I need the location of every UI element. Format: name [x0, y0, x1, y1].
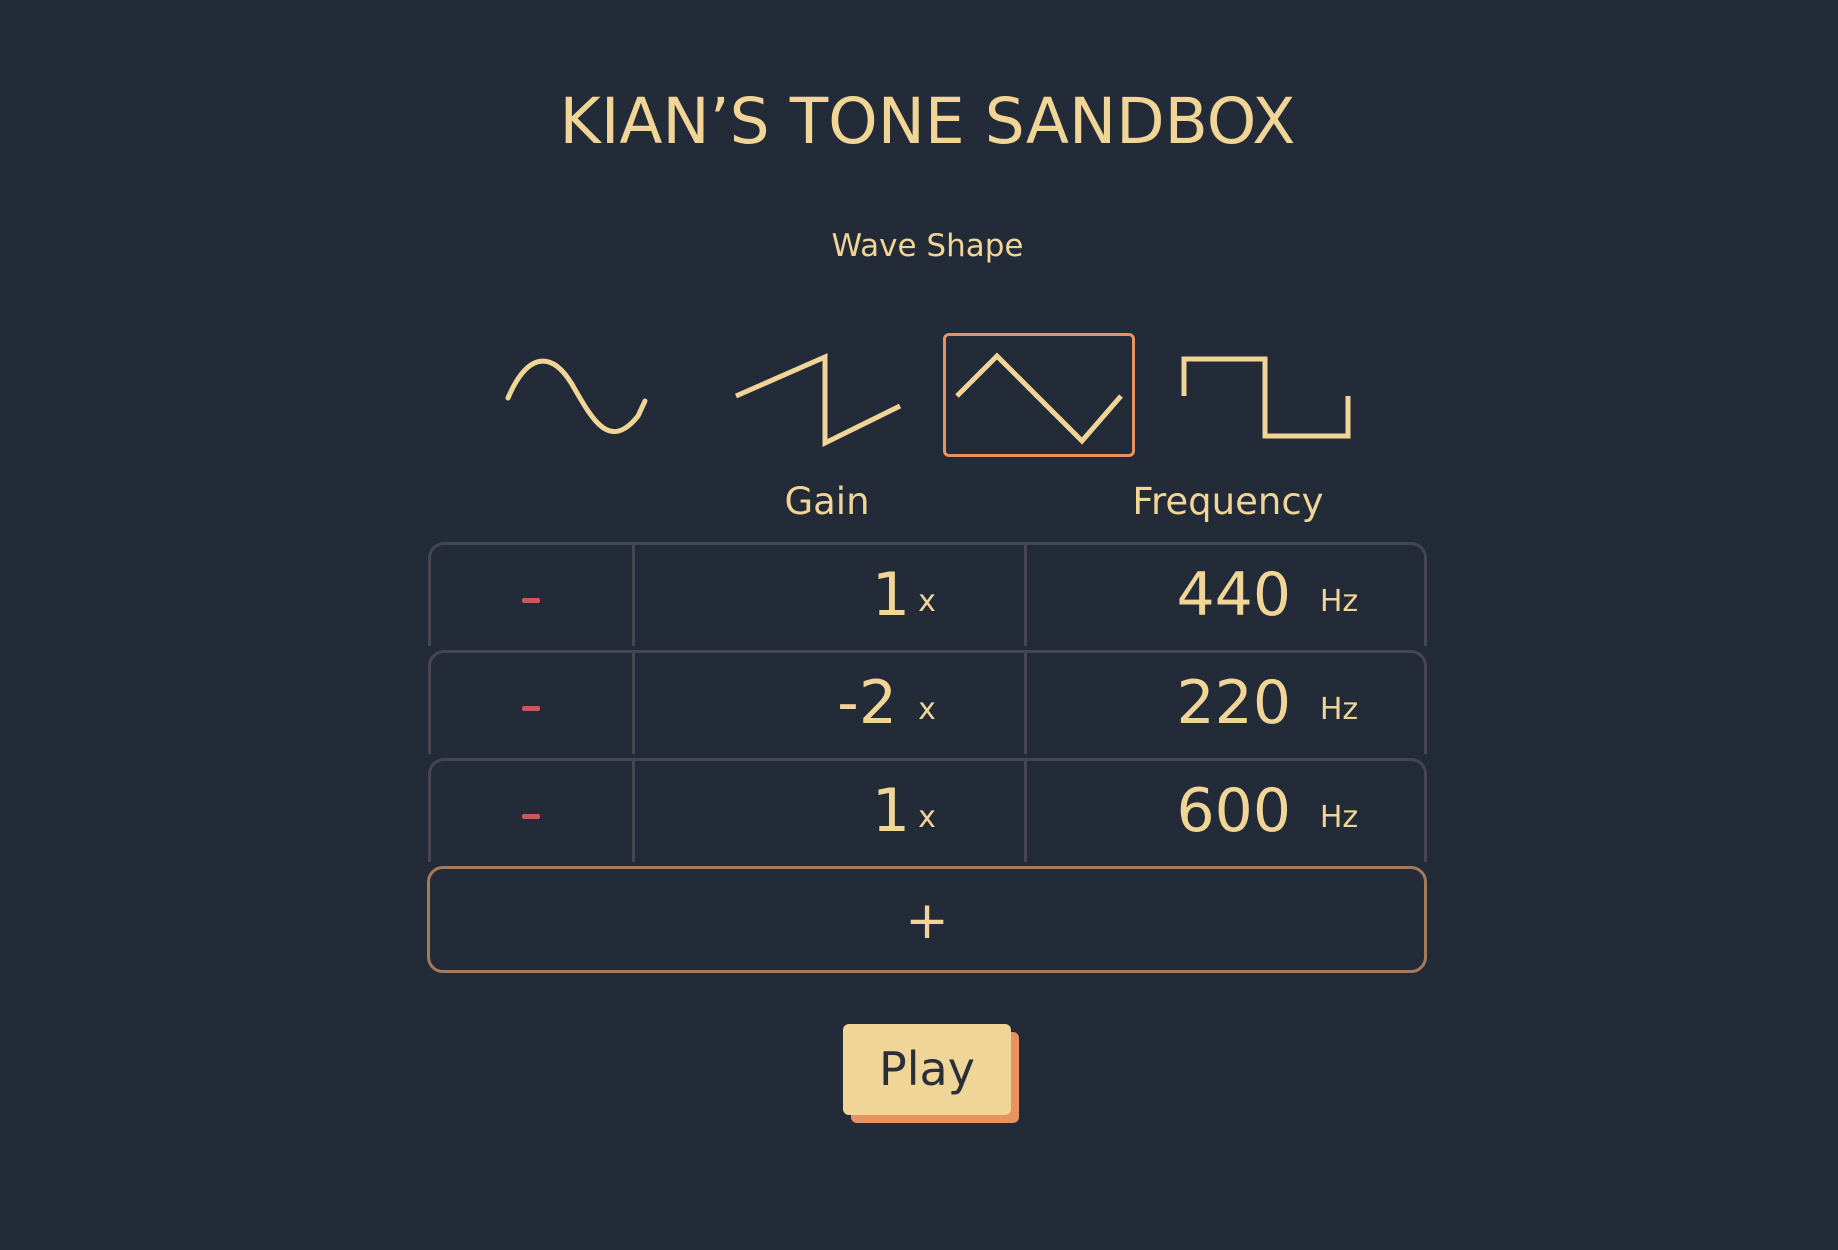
square-wave-button[interactable] [1173, 333, 1365, 457]
oscillator-row: -2 x 220 Hz [428, 650, 1427, 754]
sawtooth-wave-icon [734, 353, 902, 448]
frequency-column-header: Frequency [1132, 480, 1324, 523]
wave-shape-label: Wave Shape [831, 228, 1024, 264]
add-oscillator-button[interactable]: + [427, 866, 1427, 973]
remove-oscillator-button[interactable] [431, 761, 632, 862]
sawtooth-wave-button[interactable] [725, 333, 917, 457]
tone-sandbox-page: KIAN’S TONE SANDBOX Wave Shape Gain Freq… [0, 0, 1838, 1250]
oscillator-row: 1 x 440 Hz [428, 542, 1427, 646]
plus-icon: + [905, 891, 949, 951]
frequency-unit: Hz [1319, 800, 1359, 835]
triangle-wave-button[interactable] [943, 333, 1135, 457]
gain-unit: x [918, 584, 936, 619]
oscillator-row: 1 x 600 Hz [428, 758, 1427, 862]
minus-icon [522, 598, 540, 603]
frequency-input[interactable]: 600 [1027, 761, 1291, 861]
square-wave-icon [1181, 356, 1351, 439]
frequency-unit: Hz [1319, 584, 1359, 619]
sine-wave-icon [505, 358, 648, 434]
minus-icon [522, 706, 540, 711]
sine-wave-button[interactable] [495, 333, 687, 457]
gain-column-header: Gain [784, 480, 870, 523]
page-title: KIAN’S TONE SANDBOX [559, 85, 1296, 158]
frequency-unit: Hz [1319, 692, 1359, 727]
frequency-input[interactable]: 440 [1027, 545, 1291, 645]
gain-unit: x [918, 800, 936, 835]
gain-input[interactable]: 1 [635, 761, 910, 861]
minus-icon [522, 814, 540, 819]
gain-input[interactable]: 1 [635, 545, 910, 645]
remove-oscillator-button[interactable] [431, 653, 632, 754]
remove-oscillator-button[interactable] [431, 545, 632, 646]
play-button[interactable]: Play [843, 1024, 1011, 1115]
triangle-wave-icon [955, 352, 1123, 445]
gain-input[interactable]: -2 [635, 653, 897, 753]
frequency-input[interactable]: 220 [1027, 653, 1291, 753]
gain-unit: x [918, 692, 936, 727]
